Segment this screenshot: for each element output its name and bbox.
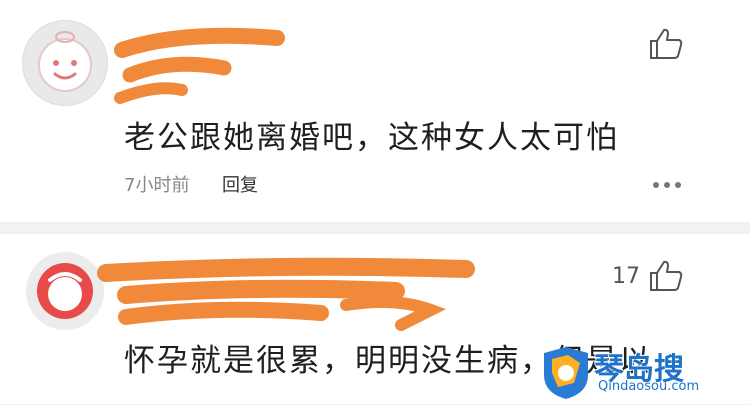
like-button[interactable]	[648, 259, 684, 293]
avatar-icon	[38, 31, 92, 92]
redacted-username	[96, 255, 486, 340]
avatar[interactable]	[22, 20, 108, 106]
timestamp: 7小时前	[124, 175, 190, 196]
watermark-url: Qindaosou.com	[598, 379, 700, 394]
reply-button[interactable]: 回复	[222, 171, 258, 197]
more-options-button[interactable]	[652, 176, 682, 188]
thumbs-up-icon	[650, 260, 683, 291]
comment-card-1: 老公跟她离婚吧，这种女人太可怕 7小时前 回复	[0, 0, 750, 222]
like-button[interactable]	[648, 27, 684, 61]
avatar-icon	[37, 263, 93, 319]
comment-text: 老公跟她离婚吧，这种女人太可怕	[124, 120, 619, 156]
thumbs-up-icon	[650, 28, 683, 59]
avatar[interactable]	[26, 252, 104, 330]
like-count: 17	[612, 264, 640, 289]
watermark-logo-icon	[544, 347, 588, 399]
redacted-username	[112, 20, 287, 110]
more-icon	[653, 182, 681, 188]
